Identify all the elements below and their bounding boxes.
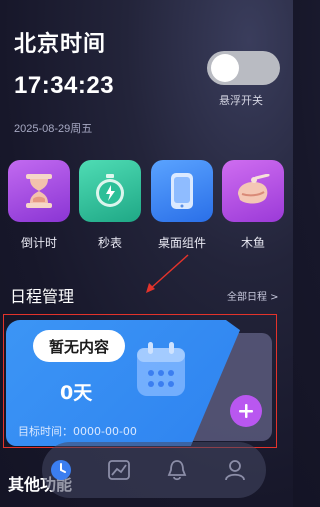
annotation-arrow	[146, 254, 189, 293]
stopwatch-icon	[96, 174, 124, 207]
phone-widget-icon	[171, 173, 193, 209]
tool-tile	[8, 160, 70, 222]
tool-label: 倒计时	[20, 236, 57, 250]
days-count: 0天	[60, 382, 93, 404]
hourglass-icon	[26, 174, 52, 208]
float-toggle[interactable]	[207, 51, 280, 85]
tool-tile	[151, 160, 213, 222]
tool-label: 秒表	[97, 236, 122, 250]
tool-stopwatch[interactable]: 秒表	[79, 160, 141, 251]
tool-tile	[79, 160, 141, 222]
clock-title: 北京时间	[14, 32, 107, 57]
tool-desktop-widget[interactable]: 桌面组件	[151, 160, 213, 251]
wooden-fish-icon	[238, 174, 270, 204]
chart-icon	[108, 460, 130, 480]
tab-notifications[interactable]	[164, 457, 190, 483]
empty-badge: 暂无内容	[33, 330, 125, 362]
tool-tile	[222, 160, 284, 222]
tab-chart[interactable]	[106, 457, 132, 483]
clock-time: 17:34:23	[14, 72, 115, 99]
clock-date: 2025-08-29周五	[14, 123, 93, 135]
tool-wooden-fish[interactable]: 木鱼	[222, 160, 284, 251]
tool-label: 桌面组件	[157, 236, 206, 250]
toggle-knob	[211, 54, 239, 82]
bottom-tabbar	[42, 442, 266, 498]
clock-icon	[51, 460, 71, 480]
tool-countdown[interactable]: 倒计时	[8, 160, 70, 251]
calendar-icon	[137, 342, 185, 396]
plus-icon	[239, 404, 253, 418]
tool-label: 木鱼	[240, 236, 265, 250]
target-time: 目标时间：0000-00-00	[18, 425, 137, 438]
tab-clock[interactable]	[48, 457, 74, 483]
tab-profile[interactable]	[222, 457, 248, 483]
add-schedule-button[interactable]	[230, 395, 262, 427]
user-icon	[225, 460, 245, 481]
all-schedules-link[interactable]: 全部日程 >	[227, 288, 279, 303]
schedule-section-title: 日程管理	[10, 287, 75, 306]
bell-icon	[167, 460, 187, 481]
float-toggle-label: 悬浮开关	[219, 94, 263, 107]
